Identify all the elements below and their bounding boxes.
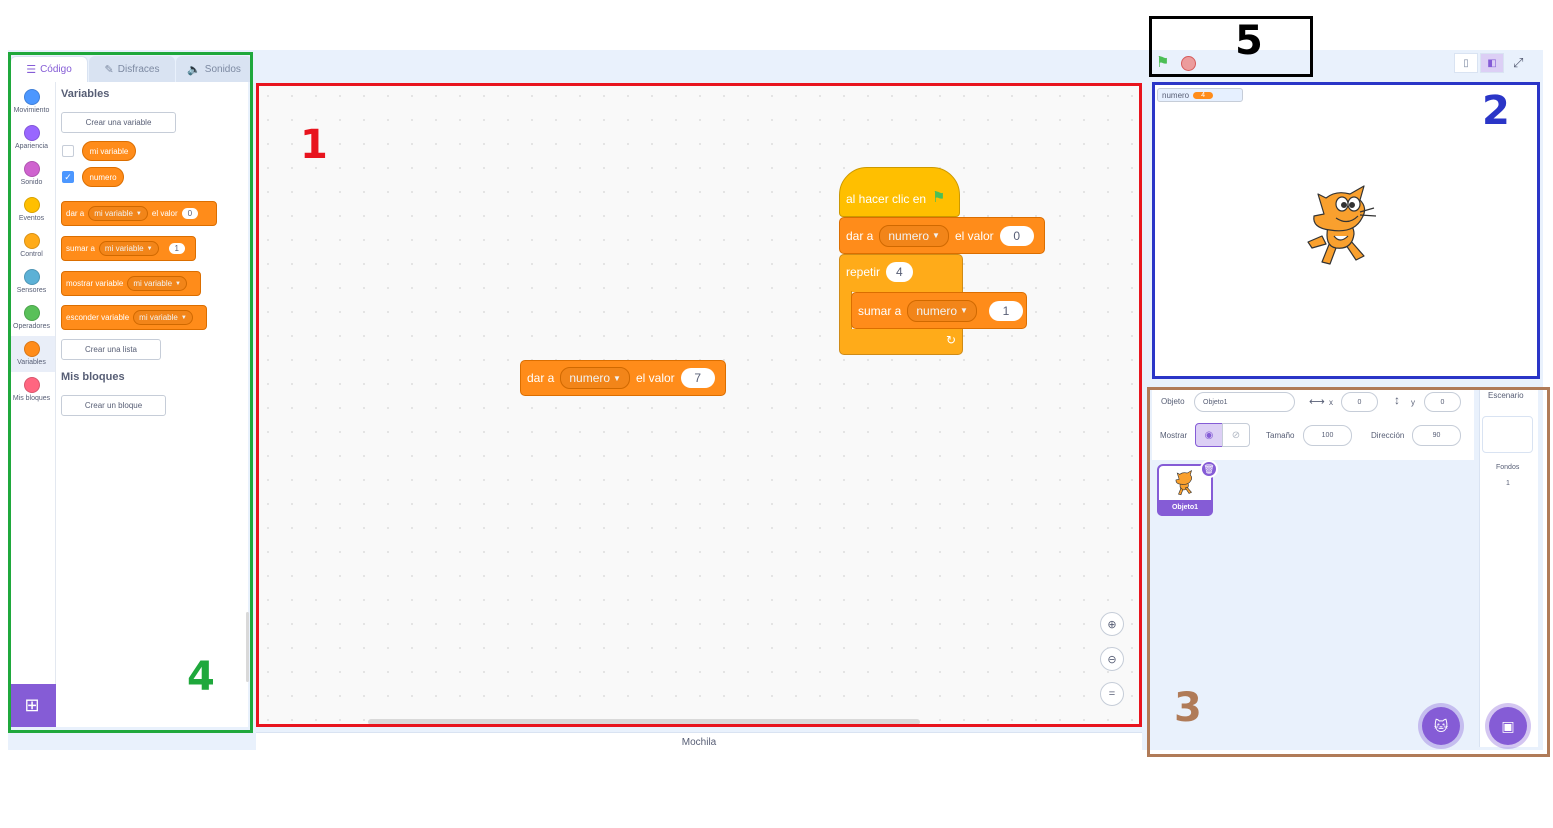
annotation-number-3: 3 <box>1174 685 1202 731</box>
normal-stage-button[interactable]: ◧ <box>1480 53 1504 73</box>
annotation-number-2: 2 <box>1482 88 1510 134</box>
annotation-box-3 <box>1147 387 1550 757</box>
annotation-box-5 <box>1149 16 1313 77</box>
annotation-number-1: 1 <box>300 122 328 168</box>
small-stage-button[interactable]: ▯ <box>1454 53 1478 73</box>
normal-stage-icon: ◧ <box>1487 57 1497 69</box>
annotation-number-4: 4 <box>187 654 215 700</box>
fullscreen-icon: ⤢ <box>1513 55 1524 70</box>
annotation-box-4 <box>8 52 253 733</box>
annotation-number-5: 5 <box>1235 18 1263 64</box>
annotation-box-1 <box>256 83 1142 727</box>
backpack[interactable]: Mochila <box>256 732 1142 753</box>
small-stage-icon: ▯ <box>1463 57 1469 69</box>
fullscreen-button[interactable]: ⤢ <box>1513 55 1523 71</box>
